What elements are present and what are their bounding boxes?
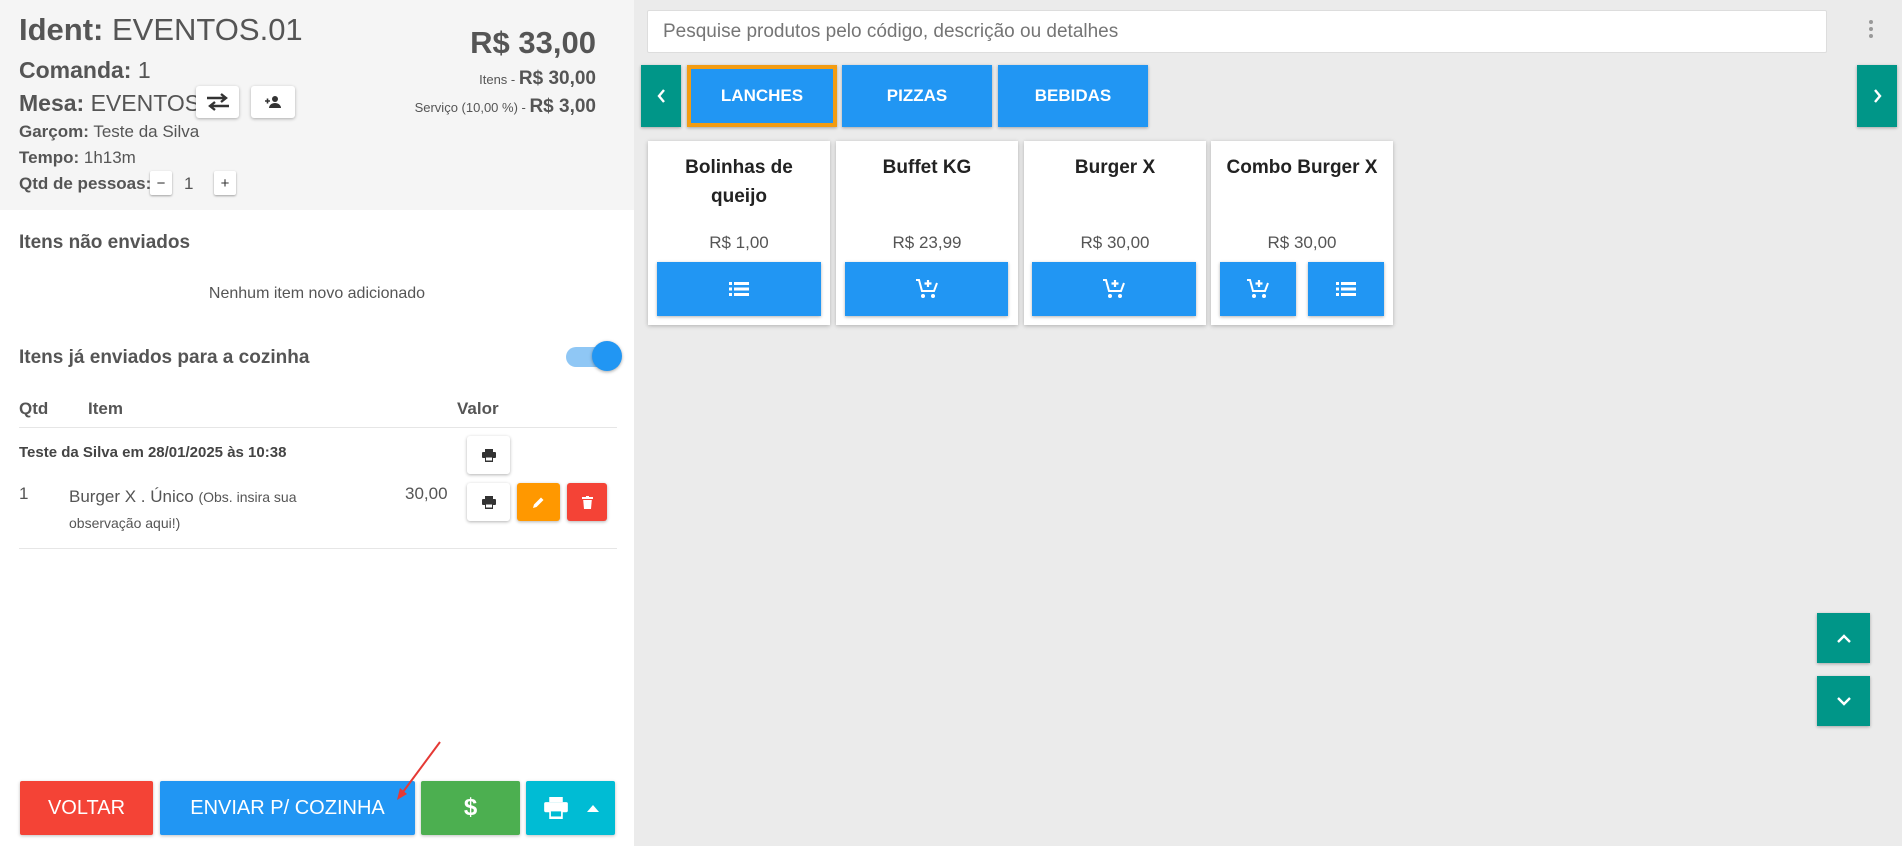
- ident: Ident: EVENTOS.01: [19, 12, 303, 48]
- row-item: Burger X . Único (Obs. insira sua observ…: [69, 484, 329, 536]
- product-details-button[interactable]: [1308, 262, 1384, 316]
- row-item-name: Burger X . Único: [69, 487, 194, 506]
- garcom-value: Teste da Silva: [93, 122, 200, 141]
- comanda: Comanda: 1: [19, 57, 151, 84]
- caret-up-icon: [586, 804, 599, 812]
- printer-icon: [481, 448, 496, 462]
- scroll-up-button[interactable]: [1817, 613, 1870, 663]
- row-divider: [19, 548, 617, 549]
- product-details-button[interactable]: [657, 262, 821, 316]
- garcom-label: Garçom:: [19, 122, 89, 141]
- service-fee: Serviço (10,00 %) - R$ 3,00: [415, 96, 596, 118]
- col-valor: Valor: [457, 399, 499, 418]
- product-card: Burger X R$ 30,00: [1024, 141, 1206, 325]
- toggle-knob: [592, 341, 622, 371]
- tempo-value: 1h13m: [83, 148, 136, 167]
- ident-value: EVENTOS.01: [112, 12, 303, 47]
- mesa-label: Mesa:: [19, 90, 85, 116]
- qtd-pessoas: Qtd de pessoas:: [19, 174, 151, 194]
- order-panel: Ident: EVENTOS.01 Comanda: 1 Mesa: EVENT…: [0, 0, 634, 846]
- categories-next-button[interactable]: [1857, 65, 1897, 127]
- delete-item-button[interactable]: [567, 483, 607, 521]
- ident-label: Ident:: [19, 12, 104, 47]
- garcom: Garçom: Teste da Silva: [19, 122, 199, 142]
- pencil-icon: [533, 497, 544, 508]
- col-item: Item: [88, 399, 123, 418]
- scroll-down-button[interactable]: [1817, 676, 1870, 726]
- category-tab-bebidas[interactable]: BEBIDAS: [998, 65, 1148, 127]
- annotation-arrow: [397, 741, 441, 800]
- cart-add-icon: [1247, 279, 1269, 298]
- product-name: Bolinhas de queijo: [685, 157, 793, 207]
- product-card: Bolinhas de queijo R$ 1,00: [648, 141, 830, 325]
- col-qtd: Qtd: [19, 399, 49, 418]
- list-icon: [1336, 282, 1356, 296]
- print-item-button[interactable]: [467, 483, 510, 521]
- printer-icon: [481, 495, 496, 509]
- row-qty: 1: [19, 484, 29, 503]
- product-price: R$ 23,99: [892, 233, 962, 252]
- row-value: 30,00: [405, 484, 448, 503]
- add-person-button[interactable]: [251, 86, 295, 118]
- chevron-right-icon: [1873, 89, 1882, 103]
- product-name: Burger X: [1074, 157, 1156, 178]
- person-add-icon: [265, 96, 281, 108]
- sent-group-label: Teste da Silva em 28/01/2025 às 10:38: [19, 444, 287, 461]
- print-group-button[interactable]: [467, 436, 510, 474]
- edit-item-button[interactable]: [517, 483, 560, 521]
- tempo: Tempo: 1h13m: [19, 148, 136, 168]
- pessoas-label: Qtd de pessoas:: [19, 174, 152, 193]
- swap-icon: [206, 93, 229, 111]
- category-tab-lanches[interactable]: LANCHES: [687, 65, 837, 127]
- product-price: R$ 30,00: [1267, 233, 1337, 252]
- tempo-label: Tempo:: [19, 148, 80, 167]
- trash-icon: [581, 495, 593, 509]
- category-tab-pizzas[interactable]: PIZZAS: [842, 65, 992, 127]
- unsent-title: Itens não enviados: [19, 232, 191, 253]
- back-button[interactable]: VOLTAR: [20, 781, 153, 835]
- more-vert-icon[interactable]: [1868, 20, 1874, 42]
- itens-subtotal: Itens - R$ 30,00: [479, 68, 596, 90]
- mesa: Mesa: EVENTOS: [19, 90, 200, 117]
- add-to-cart-button[interactable]: [845, 262, 1008, 316]
- people-count: 1: [184, 174, 194, 193]
- unsent-empty-message: Nenhum item novo adicionado: [208, 285, 426, 302]
- send-to-kitchen-button[interactable]: ENVIAR P/ COZINHA: [160, 781, 415, 835]
- add-to-cart-button[interactable]: [1220, 262, 1296, 316]
- order-header: Ident: EVENTOS.01 Comanda: 1 Mesa: EVENT…: [0, 0, 634, 210]
- servico-label: Serviço (10,00 %) -: [414, 100, 530, 115]
- product-name: Buffet KG: [882, 157, 972, 178]
- row-obs-line1: (Obs. insira sua: [198, 489, 297, 505]
- product-search-input[interactable]: [647, 10, 1827, 53]
- product-card: Combo Burger X R$ 30,00: [1211, 141, 1393, 325]
- decrease-people-button[interactable]: −: [150, 171, 172, 195]
- mesa-value: EVENTOS: [90, 90, 201, 116]
- list-icon: [729, 282, 749, 296]
- comanda-label: Comanda:: [19, 57, 132, 83]
- sent-title: Itens já enviados para a cozinha: [19, 347, 310, 368]
- product-price: R$ 1,00: [709, 233, 769, 252]
- order-total: R$ 33,00: [470, 25, 596, 60]
- chevron-down-icon: [1836, 696, 1851, 706]
- print-menu-button[interactable]: [526, 781, 615, 835]
- chevron-up-icon: [1836, 633, 1851, 643]
- row-obs-line2: observação aqui!): [69, 515, 181, 531]
- product-card: Buffet KG R$ 23,99: [836, 141, 1018, 325]
- cart-add-icon: [915, 279, 938, 298]
- product-name: Combo Burger X: [1226, 157, 1378, 178]
- itens-label: Itens -: [479, 72, 519, 87]
- printer-icon: [543, 797, 568, 819]
- categories-prev-button[interactable]: [641, 65, 681, 127]
- swap-table-button[interactable]: [196, 86, 239, 118]
- comanda-value: 1: [137, 57, 151, 83]
- chevron-left-icon: [656, 89, 665, 103]
- itens-value: R$ 30,00: [518, 68, 596, 89]
- increase-people-button[interactable]: +: [214, 171, 236, 195]
- product-price: R$ 30,00: [1080, 233, 1150, 252]
- add-to-cart-button[interactable]: [1032, 262, 1196, 316]
- servico-value: R$ 3,00: [529, 96, 596, 117]
- header-divider: [19, 427, 617, 428]
- cart-add-icon: [1103, 279, 1125, 298]
- sent-items-toggle[interactable]: [564, 341, 622, 371]
